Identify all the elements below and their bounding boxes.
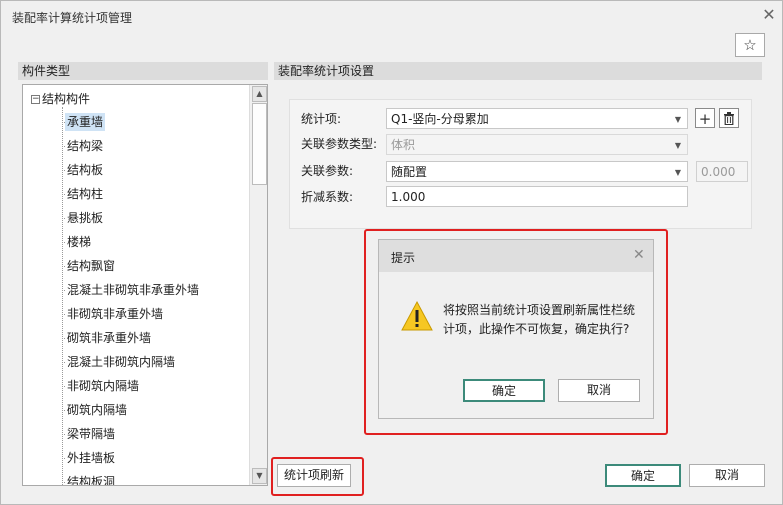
star-icon: ☆ xyxy=(743,36,757,54)
favorite-button[interactable]: ☆ xyxy=(735,33,765,57)
dialog-title-bar: 提示 ✕ xyxy=(379,240,653,272)
refresh-stat-button[interactable]: 统计项刷新 xyxy=(277,464,351,487)
scroll-up-icon[interactable]: ▲ xyxy=(252,86,267,102)
dialog-message: 将按照当前统计项设置刷新属性栏统计项，此操作不可恢复，确定执行? xyxy=(443,303,636,336)
tree-root-label: 结构构件 xyxy=(42,92,91,106)
component-tree[interactable]: − 结构构件 承重墙 结构梁 结构板 结构柱 悬挑板 楼梯 结构飘窗 混凝土非砌筑… xyxy=(22,84,268,486)
scroll-thumb[interactable] xyxy=(252,103,267,185)
tree-item[interactable]: 结构板 xyxy=(61,161,105,179)
param-extra-field: 0.000 xyxy=(696,161,748,182)
add-stat-button[interactable]: + xyxy=(695,108,715,128)
tree-item[interactable]: 结构梁 xyxy=(61,137,105,155)
plus-icon: + xyxy=(698,110,712,128)
param-type-value: 体积 xyxy=(391,138,416,152)
cancel-button[interactable]: 取消 xyxy=(689,464,765,487)
tree-item[interactable]: 楼梯 xyxy=(61,233,93,251)
stat-item-select[interactable]: Q1-竖向-分母累加 ▼ xyxy=(386,108,688,129)
main-window: 装配率计算统计项管理 ✕ ☆ 构件类型 装配率统计项设置 − 结构构件 承重墙 结… xyxy=(0,0,783,505)
param-label: 关联参数: xyxy=(301,164,354,178)
stat-item-value: Q1-竖向-分母累加 xyxy=(391,112,489,126)
tree-scrollbar[interactable]: ▲ ▼ xyxy=(249,85,267,485)
dialog-cancel-button[interactable]: 取消 xyxy=(558,379,640,402)
window-title: 装配率计算统计项管理 xyxy=(12,11,133,25)
chevron-down-icon[interactable]: ▼ xyxy=(675,162,681,183)
tree-item[interactable]: 非砌筑非承重外墙 xyxy=(61,305,165,323)
tree-line xyxy=(62,107,63,485)
chevron-down-icon[interactable]: ▼ xyxy=(675,109,681,130)
tree-item[interactable]: 非砌筑内隔墙 xyxy=(61,377,141,395)
tree-item[interactable]: 承重墙 xyxy=(61,113,106,131)
tree-item[interactable]: 梁带隔墙 xyxy=(61,425,117,443)
param-value: 随配置 xyxy=(391,165,428,179)
param-type-label: 关联参数类型: xyxy=(301,137,378,151)
tree-item[interactable]: 混凝土非砌筑非承重外墙 xyxy=(61,281,201,299)
tree-item[interactable]: 外挂墙板 xyxy=(61,449,117,467)
tree-root[interactable]: − 结构构件 xyxy=(31,91,90,107)
collapse-icon[interactable]: − xyxy=(31,95,40,104)
title-bar: 装配率计算统计项管理 ✕ xyxy=(1,1,782,32)
tree-item[interactable]: 砌筑内隔墙 xyxy=(61,401,129,419)
param-select[interactable]: 随配置 ▼ xyxy=(386,161,688,182)
factor-label: 折减系数: xyxy=(301,190,354,204)
tree-item[interactable]: 砌筑非承重外墙 xyxy=(61,329,153,347)
tree-item[interactable]: 混凝土非砌筑内隔墙 xyxy=(61,353,177,371)
dialog-ok-button[interactable]: 确定 xyxy=(463,379,545,402)
ok-button[interactable]: 确定 xyxy=(605,464,681,487)
warning-icon xyxy=(401,300,433,331)
tree-item[interactable]: 结构柱 xyxy=(61,185,105,203)
tree-item[interactable]: 悬挑板 xyxy=(61,209,105,227)
close-icon[interactable]: ✕ xyxy=(761,7,777,23)
dialog-title: 提示 xyxy=(391,251,416,265)
stat-item-label: 统计项: xyxy=(301,112,342,126)
confirm-dialog: 提示 ✕ 将按照当前统计项设置刷新属性栏统计项，此操作不可恢复，确定执行? 确定… xyxy=(378,239,654,419)
factor-input[interactable]: 1.000 xyxy=(386,186,688,207)
dialog-close-icon[interactable]: ✕ xyxy=(633,247,645,263)
trash-icon xyxy=(724,112,734,126)
chevron-down-icon: ▼ xyxy=(674,141,681,150)
delete-stat-button[interactable] xyxy=(719,108,739,128)
settings-header: 装配率统计项设置 xyxy=(274,62,762,80)
tree-item[interactable]: 结构板洞 xyxy=(61,473,117,485)
scroll-down-icon[interactable]: ▼ xyxy=(252,468,267,484)
param-type-select: 体积 ▼ xyxy=(386,134,688,155)
tree-item[interactable]: 结构飘窗 xyxy=(61,257,117,275)
component-type-header: 构件类型 xyxy=(18,62,268,80)
